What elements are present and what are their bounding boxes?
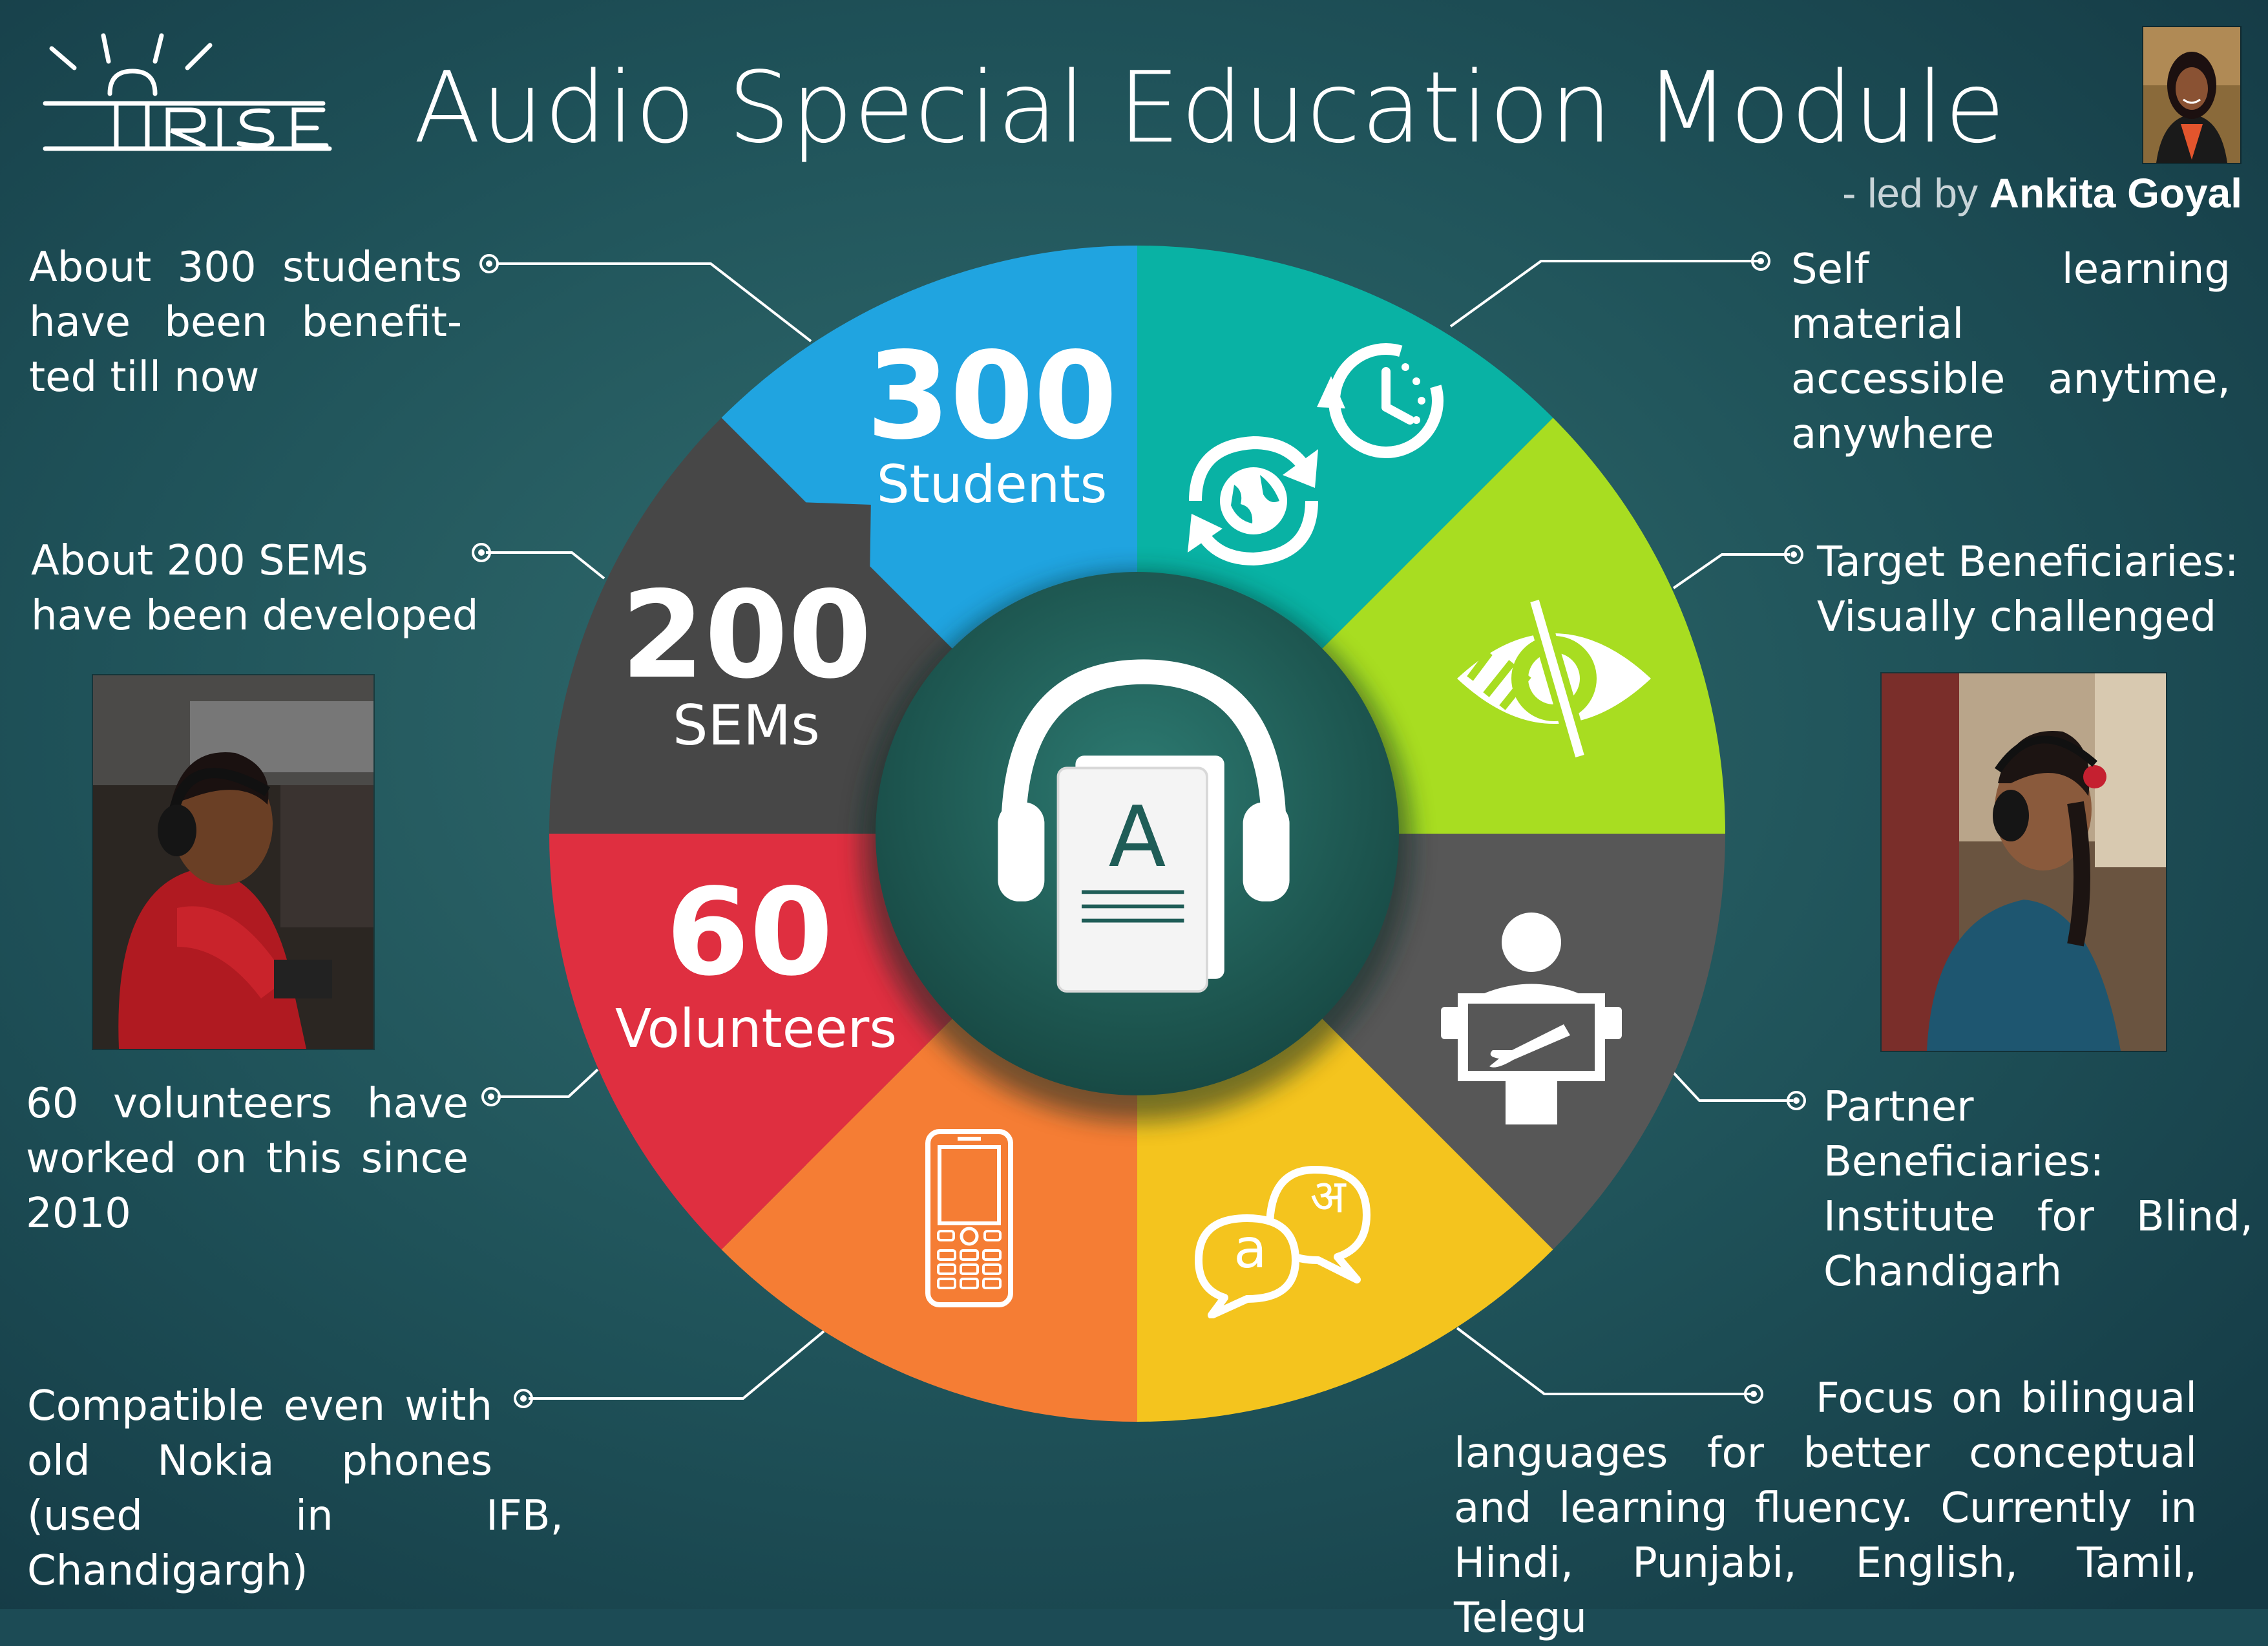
note-target: Target Beneficiaries: Visually challenge… — [1817, 535, 2256, 645]
sems-number: 200 — [620, 565, 872, 705]
volunteers-number: 60 — [666, 862, 834, 1002]
sems-label: SEMs — [673, 693, 820, 758]
note-volunteers: 60 volunteers have worked on this since … — [26, 1077, 468, 1241]
note-partner-line-2: Institute for Blind, — [1823, 1193, 2253, 1241]
note-bilingual-line-1: Focus on bilingual — [1816, 1375, 2197, 1422]
note-nokia-line-3: (used in IFB, Chandigargh) — [27, 1492, 563, 1595]
note-sems-line-2: have been developed — [31, 592, 479, 640]
note-partner: Partner Beneficiaries: Institute for Bli… — [1823, 1080, 2253, 1300]
note-sems-line-1: About 200 SEMs — [31, 537, 368, 585]
note-bilingual-line-3: and learning fluency. Currently in — [1454, 1484, 2197, 1532]
eye-strike-icon — [1457, 598, 1651, 759]
note-target-line-1: Target Beneficiaries: — [1817, 538, 2239, 586]
note-students-line-1: About 300 students — [29, 244, 462, 291]
speech-letter-devanagari: अ — [1310, 1169, 1346, 1223]
note-nokia-line-1: Compatible even with — [27, 1382, 492, 1430]
globe-refresh-clock-icon — [1188, 343, 1444, 566]
note-bilingual-line-4: Hindi, Punjabi, English, Tamil, Telegu — [1454, 1539, 2197, 1642]
note-nokia: Compatible even with old Nokia phones (u… — [27, 1379, 563, 1599]
note-students-line-2: have been benefit- — [29, 299, 462, 346]
note-self-learning: Self learning material accessible anytim… — [1791, 242, 2231, 462]
volunteers-label: Volunteers — [614, 998, 898, 1060]
note-nokia-line-2: old Nokia phones — [27, 1437, 492, 1485]
note-target-line-2: Visually challenged — [1817, 593, 2217, 641]
note-students: About 300 students have been benefit- te… — [29, 240, 462, 405]
speech-letter-latin: a — [1234, 1217, 1267, 1280]
students-number: 300 — [866, 326, 1118, 466]
note-students-line-3: ted till now — [29, 353, 260, 401]
note-volunteers-line-1: 60 volunteers have — [26, 1080, 468, 1128]
note-volunteers-line-3: 2010 — [26, 1190, 131, 1238]
note-bilingual: Focus on bilingual languages for better … — [1454, 1371, 2197, 1646]
note-partner-line-1: Partner Beneficiaries: — [1823, 1083, 2105, 1186]
note-self-learning-line-2: accessible anytime, — [1791, 355, 2231, 403]
note-bilingual-line-2: languages for better conceptual — [1454, 1430, 2197, 1477]
person-braille-board-icon — [1441, 913, 1622, 1124]
note-self-learning-line-3: anywhere — [1791, 410, 1995, 458]
note-partner-line-3: Chandigarh — [1823, 1248, 2063, 1296]
note-self-learning-line-1: Self learning material — [1791, 246, 2231, 348]
center-book-letter: A — [1108, 788, 1166, 886]
students-label: Students — [876, 454, 1108, 514]
note-sems: About 200 SEMs have been developed — [31, 534, 509, 644]
mobile-phone-icon — [925, 1129, 1013, 1307]
note-volunteers-line-2: worked on this since — [26, 1135, 468, 1183]
